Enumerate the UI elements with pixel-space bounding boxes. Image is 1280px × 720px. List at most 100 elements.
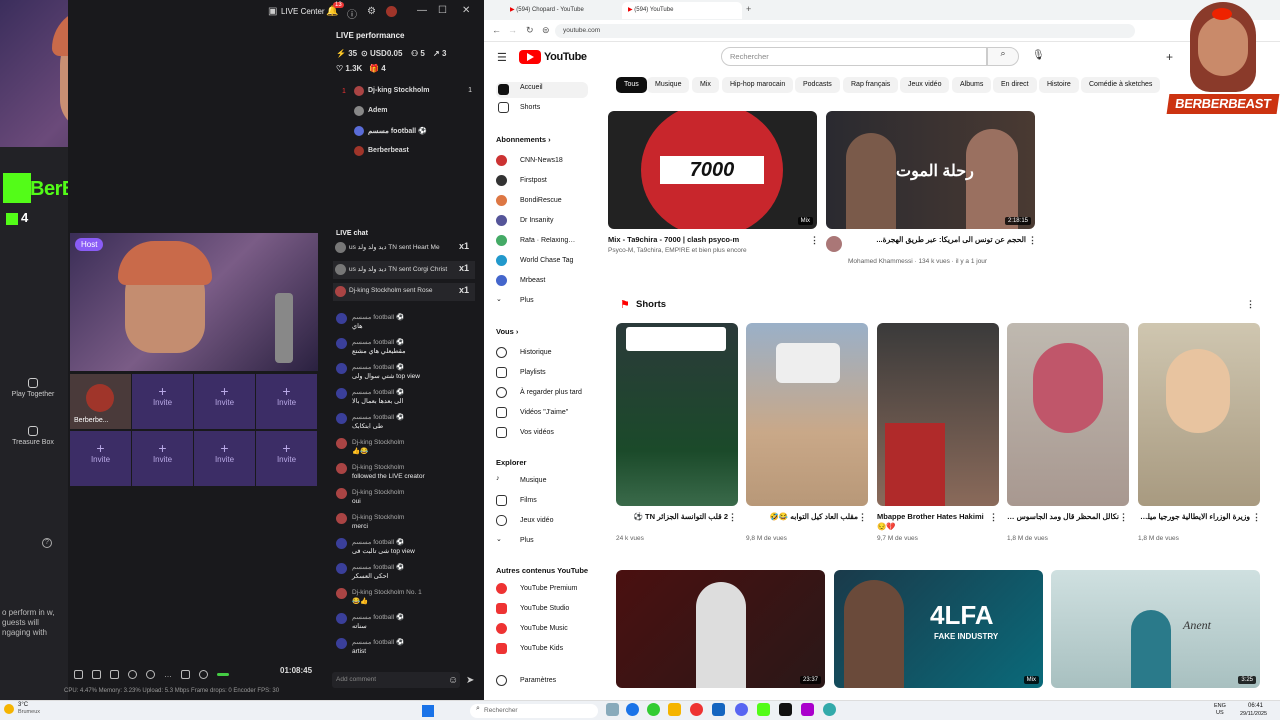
- sidebar-item-sub[interactable]: CNN-News18: [496, 155, 586, 171]
- shorts-more-icon[interactable]: ⋮: [1246, 299, 1255, 310]
- sidebar-item-studio[interactable]: YouTube Studio: [496, 603, 586, 619]
- discord-icon[interactable]: [735, 703, 748, 716]
- subscriptions-title[interactable]: Abonnements ›: [496, 135, 551, 144]
- video-title[interactable]: Mix - Ta9chira - 7000 | clash psyco-m: [608, 235, 808, 244]
- more-options-icon[interactable]: ⋮: [858, 512, 867, 523]
- more-options-icon[interactable]: ⋮: [1028, 235, 1037, 246]
- short-title[interactable]: نكالل المحظر قال ومد الجاسوس 😂❌: [1007, 512, 1119, 521]
- hamburger-menu-icon[interactable]: ☰: [497, 51, 507, 64]
- kick-app-icon[interactable]: [757, 703, 770, 716]
- sidebar-item-your-videos[interactable]: Vos vidéos: [496, 427, 586, 443]
- sidebar-item-history[interactable]: Historique: [496, 347, 586, 363]
- play-together-button[interactable]: Play Together: [10, 378, 56, 398]
- chrome-icon[interactable]: [647, 703, 660, 716]
- ranking-row[interactable]: 1 Dj-king Stockholm 1: [336, 86, 476, 104]
- video-thumbnail[interactable]: 7000 Mix: [608, 111, 817, 229]
- sidebar-item-watch-later[interactable]: À regarder plus tard: [496, 387, 586, 403]
- sidebar-item-playlists[interactable]: Playlists: [496, 367, 586, 383]
- emoji-icon[interactable]: ☺: [448, 675, 458, 686]
- video-thumbnail[interactable]: 4LFA FAKE INDUSTRY Mix: [834, 570, 1043, 688]
- sidebar-item-sub[interactable]: Mrbeast: [496, 275, 586, 291]
- invite-slot[interactable]: + Invite: [256, 374, 317, 429]
- sliders-icon[interactable]: [181, 670, 190, 680]
- app-icon[interactable]: [801, 703, 814, 716]
- sidebar-item-gaming[interactable]: Jeux vidéo: [496, 515, 586, 531]
- youtube-logo-icon[interactable]: [519, 50, 541, 64]
- invite-slot[interactable]: + Invite: [256, 431, 317, 486]
- chip-en-direct[interactable]: En direct: [993, 77, 1037, 93]
- more-options-icon[interactable]: ⋮: [989, 512, 998, 523]
- edge-icon[interactable]: [626, 703, 639, 716]
- ranking-row[interactable]: Adem: [336, 106, 476, 124]
- chip-mix[interactable]: Mix: [692, 77, 719, 93]
- sidebar-item-plus[interactable]: ⌄ Plus: [496, 295, 586, 311]
- weather-icon[interactable]: [4, 704, 14, 714]
- task-view-icon[interactable]: [606, 703, 619, 716]
- video-thumbnail[interactable]: رحلة الموت 2:18:15: [826, 111, 1035, 229]
- layout-icon[interactable]: [92, 670, 101, 680]
- language-indicator[interactable]: ENG: [1214, 703, 1226, 709]
- sidebar-item-premium[interactable]: YouTube Premium: [496, 583, 586, 599]
- chip-histoire[interactable]: Histoire: [1039, 77, 1079, 93]
- more-options-icon[interactable]: ⋮: [1119, 512, 1128, 523]
- more-options-icon[interactable]: ⋮: [810, 235, 819, 246]
- short-title[interactable]: مقلب العاد كيل التوابه 😂🤣: [746, 512, 859, 521]
- sidebar-item-music-app[interactable]: YouTube Music: [496, 623, 586, 639]
- invite-slot[interactable]: + Invite: [70, 431, 131, 486]
- sidebar-item-sub[interactable]: Rafa · Relaxing N...: [496, 235, 586, 251]
- weather-temp[interactable]: 3°C: [18, 702, 28, 708]
- new-tab-icon[interactable]: +: [746, 4, 751, 14]
- mic-icon[interactable]: [199, 670, 208, 680]
- invite-slot[interactable]: + Invite: [132, 431, 193, 486]
- treasure-box-button[interactable]: Treasure Box: [10, 426, 56, 446]
- minimize-icon[interactable]: —: [417, 5, 427, 16]
- short-thumbnail[interactable]: [746, 323, 868, 506]
- sidebar-item-films[interactable]: Films: [496, 495, 586, 511]
- short-thumbnail[interactable]: [877, 323, 999, 506]
- sidebar-item-more[interactable]: ⌄ Plus: [496, 535, 586, 551]
- chip-podcasts[interactable]: Podcasts: [795, 77, 840, 93]
- more-options-icon[interactable]: ⋮: [728, 512, 737, 523]
- help-icon[interactable]: ?: [42, 538, 52, 548]
- mail-icon[interactable]: [712, 703, 725, 716]
- record-icon[interactable]: [128, 670, 137, 680]
- sidebar-item-liked[interactable]: Vidéos "J'aime": [496, 407, 586, 423]
- invite-slot[interactable]: + Invite: [194, 431, 255, 486]
- clock-time[interactable]: 06:41: [1248, 703, 1263, 709]
- profile-avatar[interactable]: [386, 6, 397, 17]
- sidebar-item-accueil[interactable]: Accueil: [496, 82, 588, 98]
- search-button[interactable]: ⌕: [987, 47, 1019, 66]
- tab-chopard[interactable]: ▶ (594) Chopard - YouTube: [504, 2, 620, 19]
- chip-albums[interactable]: Albums: [952, 77, 992, 93]
- forward-icon[interactable]: →: [508, 25, 517, 35]
- reload-icon[interactable]: ↻: [526, 25, 534, 36]
- more-icon[interactable]: …: [164, 670, 172, 679]
- windows-start-icon[interactable]: [422, 705, 434, 717]
- chip-comedie[interactable]: Comédie à sketches: [1081, 77, 1161, 93]
- sidebar-item-settings[interactable]: Paramètres: [496, 675, 586, 691]
- tab-youtube[interactable]: ▶ (594) YouTube: [622, 2, 742, 19]
- speed-icon[interactable]: [146, 670, 155, 680]
- short-title[interactable]: وزيرة الوزراء الايطالية جورجيا ميلوني: [1138, 512, 1250, 521]
- settings-icon[interactable]: ⚙: [367, 6, 376, 17]
- invite-slot[interactable]: + Invite: [132, 374, 193, 429]
- ranking-row[interactable]: مسسم football ⚽: [336, 126, 476, 144]
- short-thumbnail[interactable]: [1138, 323, 1260, 506]
- chip-musique[interactable]: Musique: [647, 77, 690, 93]
- sidebar-item-shorts[interactable]: Shorts: [496, 102, 586, 118]
- channel-avatar[interactable]: [826, 236, 842, 252]
- help-circle-icon[interactable]: ⓘ: [347, 6, 357, 21]
- search-input[interactable]: Rechercher: [721, 47, 987, 66]
- url-field[interactable]: youtube.com: [555, 24, 1135, 38]
- chip-hip-hop[interactable]: Hip-hop marocain: [722, 77, 794, 93]
- comment-input[interactable]: Add comment: [332, 672, 460, 688]
- short-thumbnail[interactable]: [1007, 323, 1129, 506]
- sidebar-item-sub[interactable]: World Chase Tag: [496, 255, 586, 271]
- chip-tous[interactable]: Tous: [616, 77, 647, 93]
- sidebar-item-music[interactable]: ♪ Musique: [496, 475, 586, 491]
- video-title[interactable]: الحجم عن تونس الى امريكا: عبر طريق الهجر…: [848, 235, 1026, 244]
- back-icon[interactable]: ←: [492, 25, 501, 35]
- video-thumbnail[interactable]: Anent 3:25: [1051, 570, 1260, 688]
- guest-slot-berberbeast[interactable]: Berberbe...: [70, 374, 131, 429]
- short-thumbnail[interactable]: [616, 323, 738, 506]
